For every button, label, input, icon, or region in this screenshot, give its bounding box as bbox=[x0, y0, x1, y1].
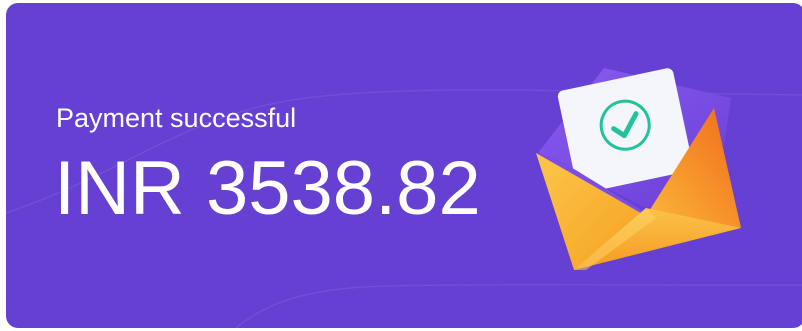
payment-success-card: Payment successful INR 3538.82 bbox=[6, 3, 802, 328]
payment-amount: INR 3538.82 bbox=[54, 146, 481, 231]
payment-status-label: Payment successful bbox=[56, 103, 297, 133]
envelope-check-icon bbox=[536, 68, 741, 270]
